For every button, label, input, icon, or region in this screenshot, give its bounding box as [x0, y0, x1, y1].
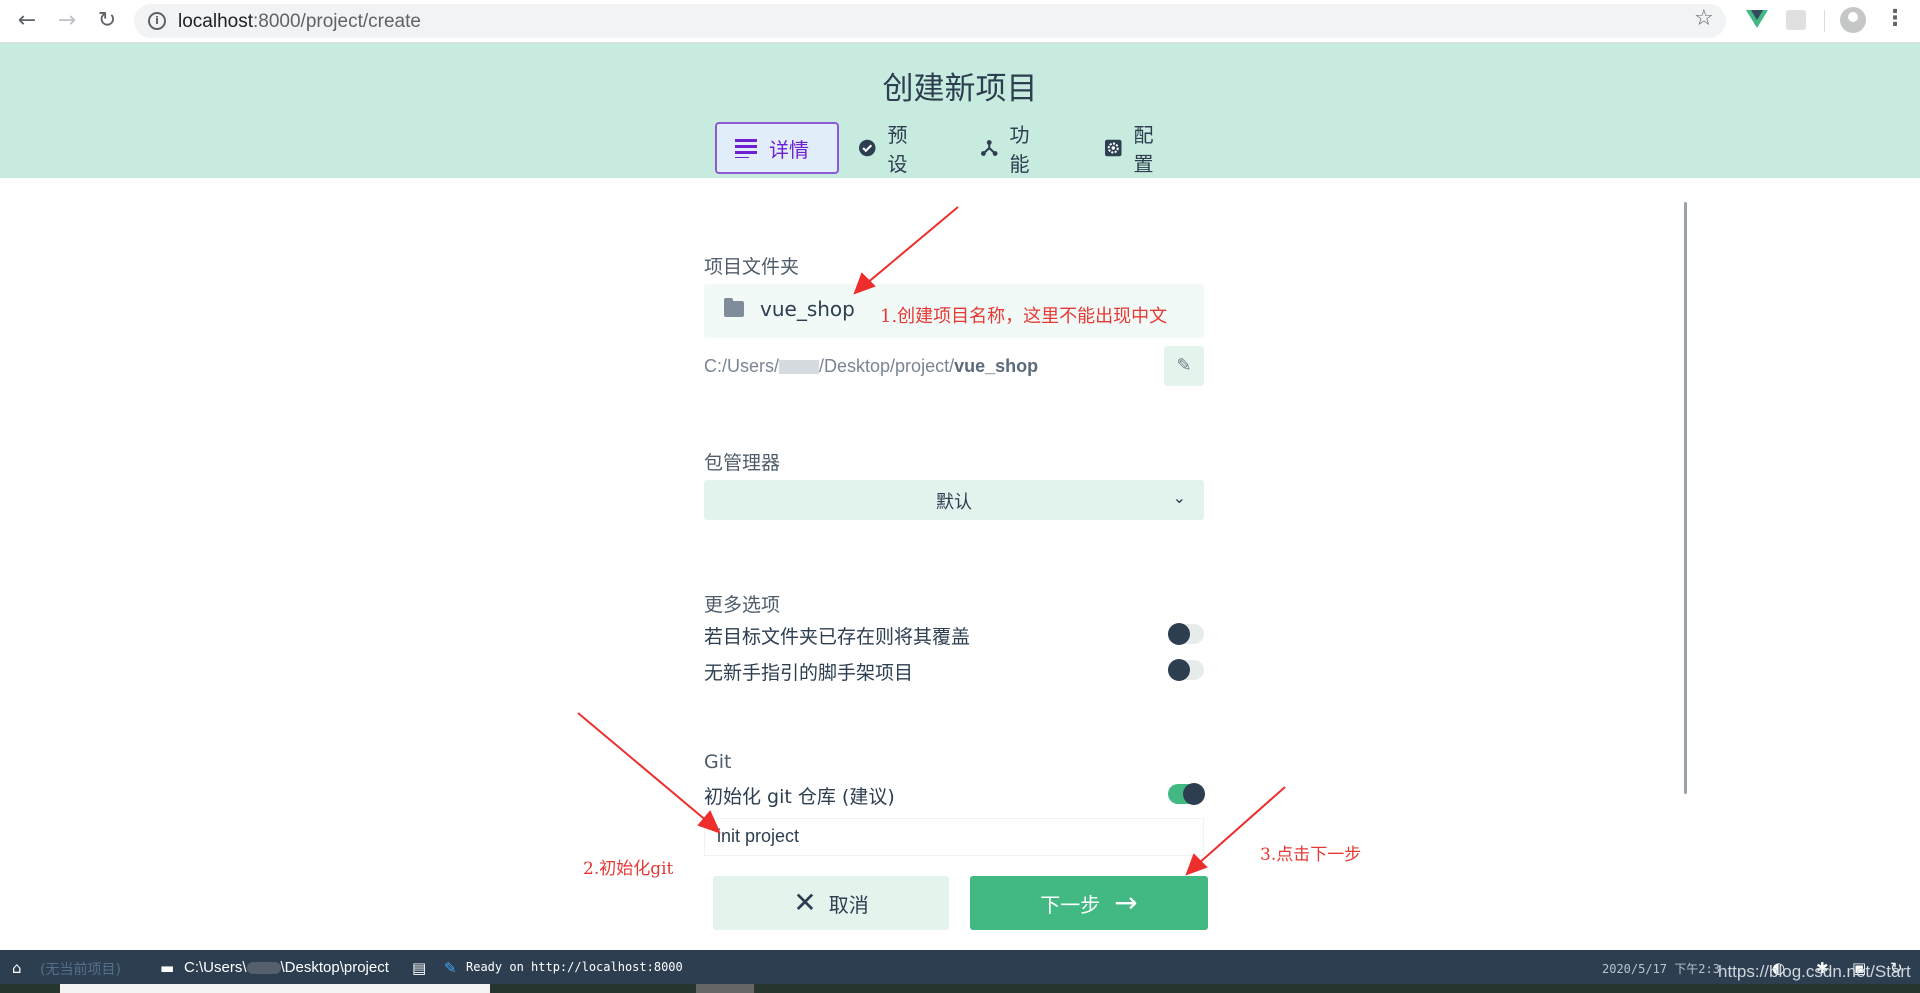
extension-icon[interactable]: [1786, 10, 1806, 30]
package-manager-value: 默认: [936, 492, 972, 513]
console-log: Ready on http://localhost:8000: [466, 960, 683, 974]
scrollbar[interactable]: [1684, 202, 1687, 794]
option-no-guide: 无新手指引的脚手架项目: [704, 658, 1204, 686]
tab-features[interactable]: 功能: [981, 122, 1037, 176]
folder-label: 项目文件夹: [704, 256, 800, 278]
package-manager-label: 包管理器: [704, 452, 781, 474]
forward-icon[interactable]: →: [54, 8, 80, 34]
current-project[interactable]: (无当前项目): [40, 959, 121, 979]
option-overwrite: 若目标文件夹已存在则将其覆盖: [704, 622, 1204, 650]
chevron-down-icon: ⌄: [1172, 488, 1186, 507]
watermark: https://blog.csdn.net/Start: [1718, 962, 1911, 981]
folder-name-value: vue_shop: [760, 297, 855, 321]
fork-icon: [981, 140, 998, 156]
reload-icon[interactable]: ↻: [94, 8, 120, 34]
taskbar-strip: [0, 984, 1920, 993]
package-manager-select[interactable]: 默认 ⌄: [704, 480, 1204, 520]
current-directory[interactable]: C:\Users\ \Desktop\project: [184, 959, 389, 976]
browser-toolbar: ← → ↻ i localhost:8000/project/create ☆ …: [0, 0, 1920, 43]
url-text: localhost:8000/project/create: [178, 11, 421, 32]
back-icon[interactable]: ←: [14, 8, 40, 34]
folder-name-field[interactable]: vue_shop 1.创建项目名称，这里不能出现中文: [704, 284, 1204, 338]
console-icon[interactable]: ▤: [412, 959, 426, 977]
git-init-toggle[interactable]: [1168, 783, 1205, 805]
redacted-username: [246, 962, 281, 975]
option-git-init: 初始化 git 仓库 (建议): [704, 782, 1205, 810]
info-icon[interactable]: i: [148, 12, 166, 30]
folder-icon: [724, 298, 744, 317]
details-icon: [735, 139, 757, 158]
overwrite-toggle[interactable]: [1168, 623, 1204, 645]
edit-path-button[interactable]: ✎: [1164, 346, 1204, 386]
gear-icon: [1105, 139, 1122, 157]
brush-icon: ✎: [444, 959, 457, 977]
next-button[interactable]: 下一步 →: [970, 876, 1208, 930]
profile-avatar[interactable]: [1840, 7, 1866, 33]
project-form: 项目文件夹 vue_shop 1.创建项目名称，这里不能出现中文 C:/User…: [0, 178, 1920, 950]
redacted-username: [779, 360, 820, 375]
annotation-1: 1.创建项目名称，这里不能出现中文: [880, 306, 1168, 327]
vue-devtools-icon[interactable]: [1746, 10, 1768, 28]
option-overwrite-label: 若目标文件夹已存在则将其覆盖: [704, 626, 971, 648]
cancel-button[interactable]: ✕ 取消: [713, 876, 949, 930]
no-guide-toggle[interactable]: [1168, 659, 1204, 681]
address-bar[interactable]: i localhost:8000/project/create: [134, 4, 1726, 38]
home-icon[interactable]: ⌂: [12, 959, 22, 977]
bookmark-star-icon[interactable]: ☆: [1694, 6, 1714, 31]
tab-config[interactable]: 配置: [1105, 122, 1161, 176]
tab-presets[interactable]: 预设: [859, 122, 915, 176]
commit-message-input[interactable]: init project: [704, 818, 1204, 856]
close-icon: ✕: [793, 886, 817, 919]
toolbar-divider: [1824, 10, 1825, 32]
git-label: Git: [704, 751, 732, 773]
tab-details[interactable]: 详情: [715, 122, 839, 174]
status-bar: ⌂ (无当前项目) ▬ C:\Users\ \Desktop\project ▤ …: [0, 950, 1920, 984]
datetime: 2020/5/17 下午2:3: [1602, 962, 1720, 976]
check-circle-icon: [859, 139, 876, 157]
arrow-right-icon: →: [1114, 886, 1138, 919]
tab-label: 功能: [1009, 123, 1030, 176]
tab-label: 配置: [1133, 123, 1154, 176]
option-no-guide-label: 无新手指引的脚手架项目: [704, 662, 914, 684]
cancel-label: 取消: [828, 892, 869, 917]
tab-label: 详情: [769, 137, 809, 162]
next-label: 下一步: [1040, 892, 1101, 917]
page-title: 创建新项目: [882, 71, 1038, 107]
more-options-label: 更多选项: [704, 594, 781, 616]
tab-label: 预设: [887, 123, 908, 176]
browser-menu-icon[interactable]: ⋮: [1884, 6, 1906, 31]
folder-icon: ▬: [160, 959, 175, 977]
git-init-label: 初始化 git 仓库 (建议): [704, 786, 895, 808]
project-path: C:/Users//Desktop/project/vue_shop: [704, 356, 1039, 376]
page-header: 创建新项目 详情 预设 功能 配置: [0, 43, 1920, 178]
annotation-2: 2.初始化git: [583, 859, 674, 879]
pencil-icon: ✎: [1176, 355, 1192, 376]
annotation-3: 3.点击下一步: [1260, 845, 1362, 865]
